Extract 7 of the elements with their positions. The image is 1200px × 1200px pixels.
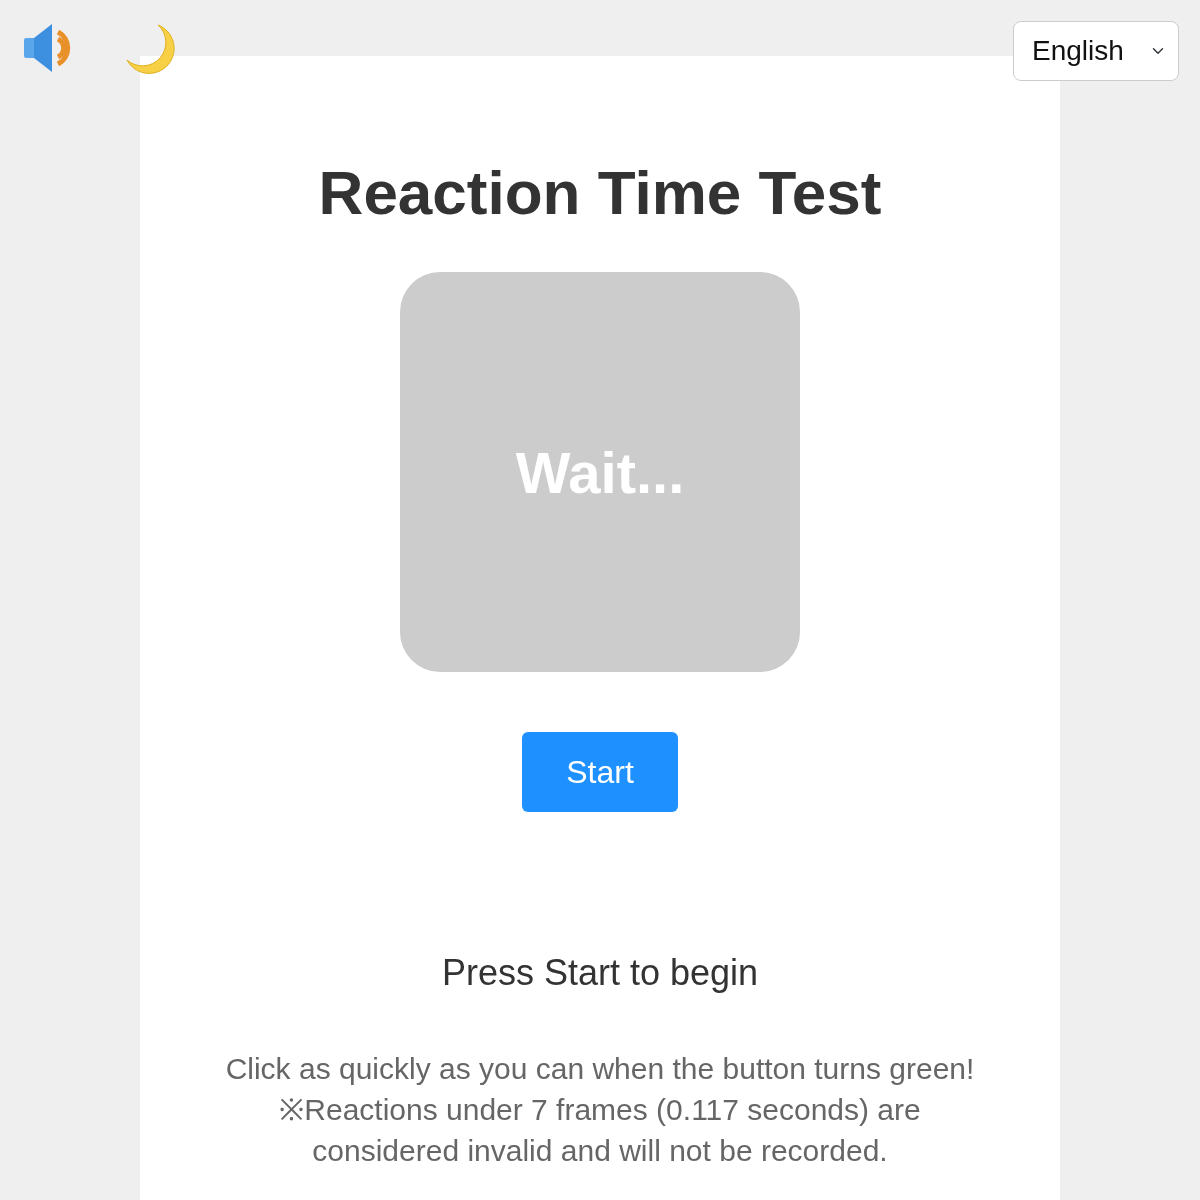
start-button[interactable]: Start xyxy=(522,732,678,813)
status-text: Press Start to begin xyxy=(440,951,760,996)
instruction-text: Click as quickly as you can when the button turns green! xyxy=(224,1051,976,1088)
page-title: Reaction Time Test xyxy=(317,157,883,229)
instruction-text: ※Reactions under 7 frames (0.117 seconds) are considered invalid and will not be recorded. xyxy=(278,1092,922,1170)
moon-icon[interactable] xyxy=(124,22,178,76)
language-select[interactable]: English xyxy=(1013,21,1179,81)
